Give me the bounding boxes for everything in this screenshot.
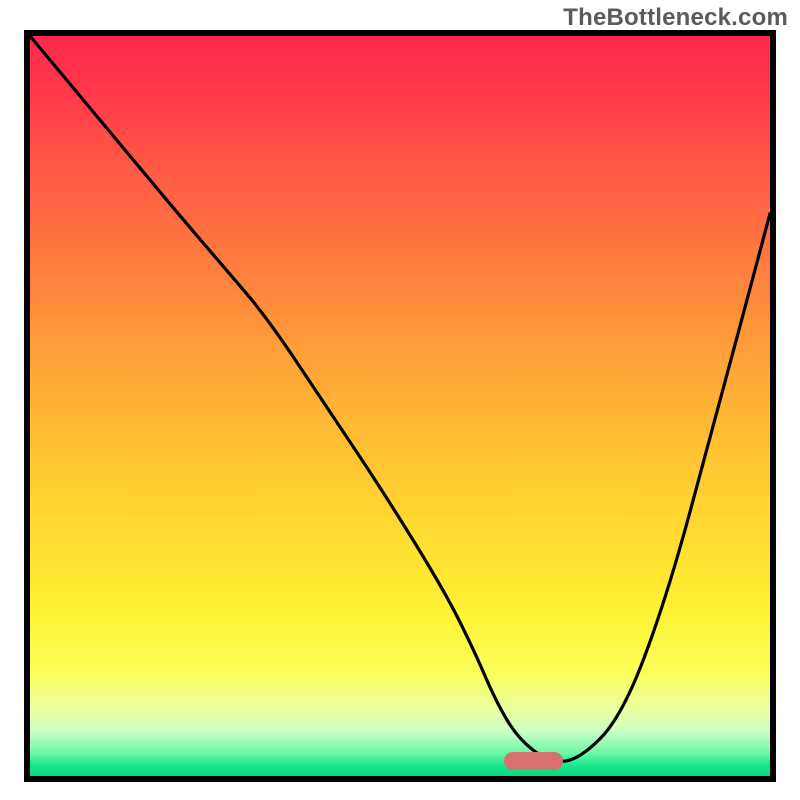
optimal-range-marker [504,752,563,770]
chart-container: TheBottleneck.com [0,0,800,800]
curve-path [30,36,770,761]
watermark-text: TheBottleneck.com [563,4,788,32]
plot-border [24,30,776,782]
plot-area [30,36,770,776]
bottleneck-curve [30,36,770,776]
